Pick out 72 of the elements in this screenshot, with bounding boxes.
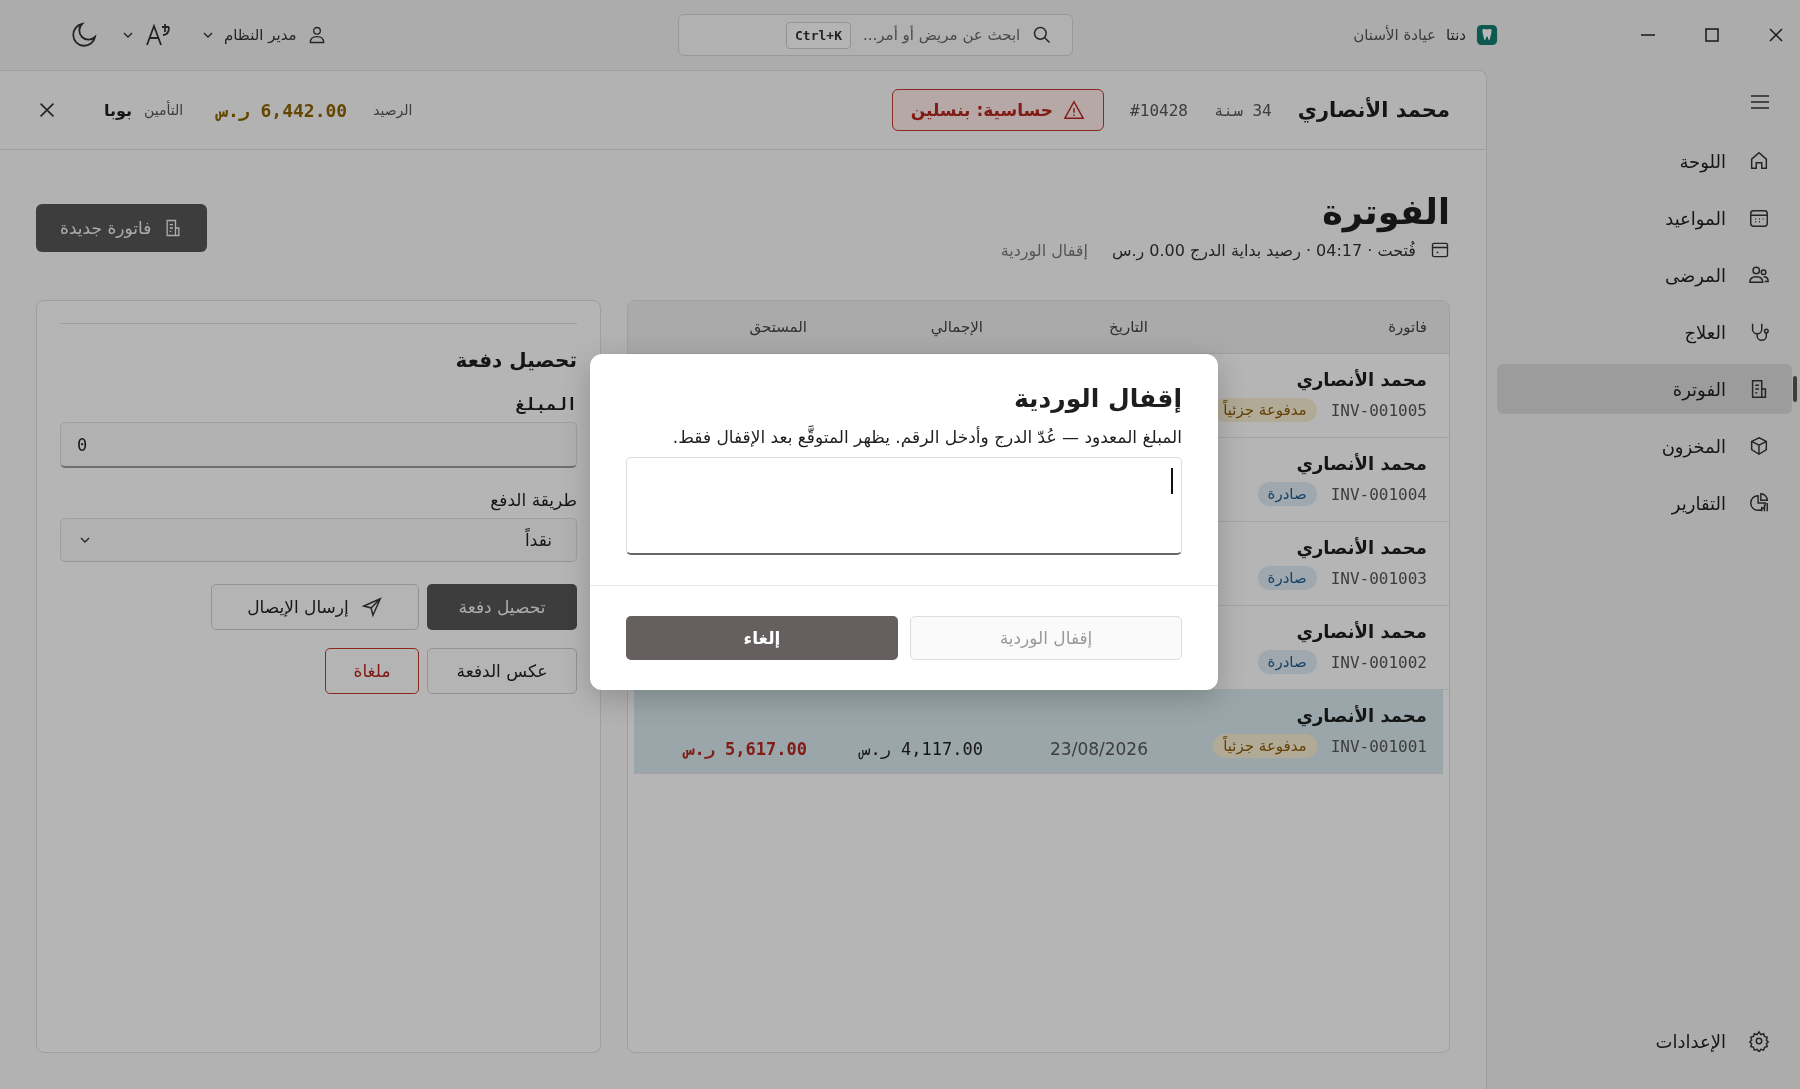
column-header: التاريخ — [1108, 318, 1148, 336]
column-header: الإجمالي — [929, 318, 983, 336]
search-icon — [1032, 25, 1053, 45]
sidebar-item[interactable]: الإعدادات — [1497, 1016, 1792, 1066]
sidebar-item[interactable]: المخزون — [1497, 421, 1792, 471]
payment-title: تحصيل دفعة — [454, 348, 577, 372]
patient-name: محمد الأنصاري — [1296, 369, 1427, 390]
box-icon — [1748, 435, 1770, 457]
invoice-number: INV-001003 — [1330, 568, 1427, 588]
sidebar-item[interactable]: المواعيد — [1497, 193, 1792, 243]
invoice-number: INV-001002 — [1330, 652, 1427, 672]
drawer-icon — [1430, 240, 1450, 260]
patient-name: محمد الأنصاري — [1297, 98, 1450, 122]
payment-button[interactable]: إرسال الإيصال — [211, 584, 419, 630]
patient-age: 34 سنة — [1213, 100, 1272, 120]
column-header: فاتورة — [1387, 318, 1427, 336]
sidebar-item[interactable]: المرضى — [1497, 250, 1792, 300]
invoice-total: 4,117.00 ر.س — [860, 739, 983, 759]
status-badge: صادرة — [1257, 482, 1317, 506]
settings-icon — [1748, 1030, 1770, 1052]
balance-label: الرصيد — [373, 102, 413, 118]
patient-name: محمد الأنصاري — [1296, 537, 1427, 558]
shift-info: فُتحت · 04:17 · رصيد بداية الدرج 0.00 ر.س — [1111, 240, 1416, 260]
users-icon — [1748, 264, 1770, 286]
warning-icon — [1063, 99, 1086, 121]
search-placeholder: ابحث عن مريض أو أمر... — [863, 26, 1021, 44]
status-badge: صادرة — [1257, 650, 1317, 674]
column-header: المستحق — [748, 318, 807, 336]
sidebar-item[interactable]: التقارير — [1497, 478, 1792, 528]
app-subtitle: عيادة الأسنان — [1353, 26, 1437, 44]
patient-name: محمد الأنصاري — [1296, 621, 1427, 642]
payment-button[interactable]: تحصيل دفعة — [427, 584, 577, 630]
app-name: دنتا — [1446, 26, 1466, 44]
dialog-title: إقفال الوردية — [1012, 384, 1182, 413]
payment-method-select[interactable]: نقداً — [60, 518, 577, 562]
close-shift-link[interactable]: إقفال الوردية — [1000, 240, 1088, 260]
patient-name: محمد الأنصاري — [1296, 705, 1427, 726]
maximize-icon[interactable] — [1702, 25, 1722, 45]
dialog-description: المبلغ المعدود — عُدّ الدرج وأدخل الرقم. يظهر المتوقَّع بعد الإقفال فقط. — [671, 427, 1182, 447]
balance-amount: 6,442.00 ر.س — [217, 99, 348, 121]
payment-method-label: طريقة الدفع — [490, 490, 577, 510]
invoice-number: INV-001005 — [1330, 400, 1427, 420]
moon-icon[interactable] — [70, 21, 98, 49]
status-badge: صادرة — [1257, 566, 1317, 590]
sidebar-item[interactable]: اللوحة — [1497, 136, 1792, 186]
cancel-button[interactable]: إلغاء — [626, 616, 898, 660]
keyboard-shortcut: Ctrl+K — [786, 21, 851, 49]
payment-button[interactable]: عكس الدفعة — [427, 648, 577, 694]
insurance-label: التأمين — [144, 102, 184, 118]
status-badge: مدفوعة جزئياً — [1213, 734, 1317, 758]
counted-amount-field[interactable] — [626, 457, 1182, 555]
page-title: الفوترة — [1321, 192, 1450, 232]
cancelled-button[interactable]: ملغاة — [325, 648, 419, 694]
tooth-logo-icon — [1476, 24, 1498, 46]
home-icon — [1748, 150, 1770, 172]
send-icon — [360, 596, 383, 618]
amount-label: المبلغ — [515, 394, 577, 414]
new-invoice-button[interactable]: فاتورة جديدة — [36, 204, 208, 252]
amount-field[interactable]: 0 — [60, 422, 577, 468]
calendar-icon — [1748, 207, 1770, 229]
chart-icon — [1748, 492, 1770, 514]
invoice-number: INV-001001 — [1330, 736, 1427, 756]
insurance-name: بوبا — [104, 100, 133, 120]
invoice-number: INV-001004 — [1330, 484, 1427, 504]
active-indicator — [1793, 376, 1797, 402]
allergy-badge: حساسية: بنسلين — [891, 89, 1105, 131]
invoice-date: 23/08/2026 — [1050, 739, 1148, 759]
invoice-due: 5,617.00 ر.س — [684, 739, 807, 759]
user-menu[interactable]: مدير النظام — [202, 25, 327, 45]
sidebar-item[interactable]: العلاج — [1497, 307, 1792, 357]
patient-number: #10428 — [1130, 100, 1188, 120]
patient-name: محمد الأنصاري — [1296, 453, 1427, 474]
